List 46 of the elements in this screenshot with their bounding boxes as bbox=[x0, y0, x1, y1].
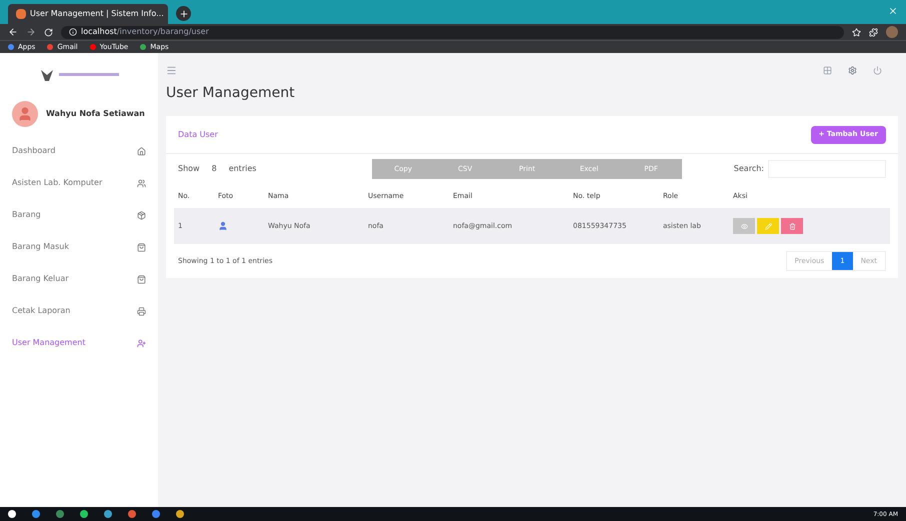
settings-icon[interactable] bbox=[848, 66, 857, 74]
user-name: Wahyu Nofa Setiawan bbox=[46, 108, 145, 120]
printer-icon bbox=[137, 306, 146, 316]
menu-item[interactable]: Dashboard bbox=[12, 135, 146, 167]
menu-item[interactable]: Barang bbox=[12, 199, 146, 231]
page-size-select[interactable]: 8 bbox=[208, 163, 221, 175]
menu-item[interactable]: Barang Keluar bbox=[12, 263, 146, 295]
plus-icon bbox=[178, 8, 188, 18]
avatar-icon bbox=[12, 101, 38, 127]
search-label: Search: bbox=[734, 163, 764, 175]
eye-icon bbox=[740, 222, 748, 230]
entries-label: entries bbox=[228, 163, 256, 175]
taskbar-app-icon[interactable] bbox=[8, 510, 16, 518]
url-text: localhost/inventory/barang/user bbox=[81, 26, 209, 38]
close-icon[interactable] bbox=[888, 6, 898, 16]
card-title: Data User bbox=[178, 128, 218, 140]
menu-item[interactable]: Cetak Laporan bbox=[12, 295, 146, 327]
users-icon bbox=[137, 178, 146, 188]
info-icon[interactable] bbox=[69, 28, 77, 36]
user-photo-icon bbox=[218, 221, 228, 231]
home-icon bbox=[137, 146, 146, 156]
back-icon[interactable] bbox=[8, 27, 18, 37]
new-tab-button[interactable] bbox=[176, 6, 191, 21]
menu-item[interactable]: User Management bbox=[12, 327, 146, 359]
address-field[interactable]: localhost/inventory/barang/user bbox=[61, 26, 844, 38]
bag-icon bbox=[137, 242, 146, 252]
add-user-icon bbox=[137, 338, 146, 348]
reload-icon[interactable] bbox=[44, 28, 53, 36]
taskbar-app-icon[interactable] bbox=[104, 510, 112, 518]
taskbar-app-icon[interactable] bbox=[176, 510, 184, 518]
pencil-icon bbox=[764, 222, 772, 230]
page-title: User Management bbox=[166, 84, 296, 103]
taskbar-app-icon[interactable] bbox=[80, 510, 88, 518]
bag-icon bbox=[137, 274, 146, 284]
show-label: Show bbox=[178, 163, 200, 175]
puzzle-icon[interactable] bbox=[869, 28, 878, 36]
browser-tab[interactable]: User Management | Sistem Info... bbox=[8, 4, 168, 24]
favicon-icon bbox=[16, 9, 26, 19]
menu-item[interactable]: Asisten Lab. Komputer bbox=[12, 167, 146, 199]
menu-item[interactable]: Barang Masuk bbox=[12, 231, 146, 263]
trash-icon bbox=[788, 222, 796, 230]
star-icon[interactable] bbox=[852, 28, 861, 36]
forward-icon[interactable] bbox=[26, 27, 36, 37]
tab-title: User Management | Sistem Info... bbox=[30, 8, 164, 20]
box-icon bbox=[137, 210, 146, 220]
profile-avatar[interactable] bbox=[886, 26, 898, 38]
